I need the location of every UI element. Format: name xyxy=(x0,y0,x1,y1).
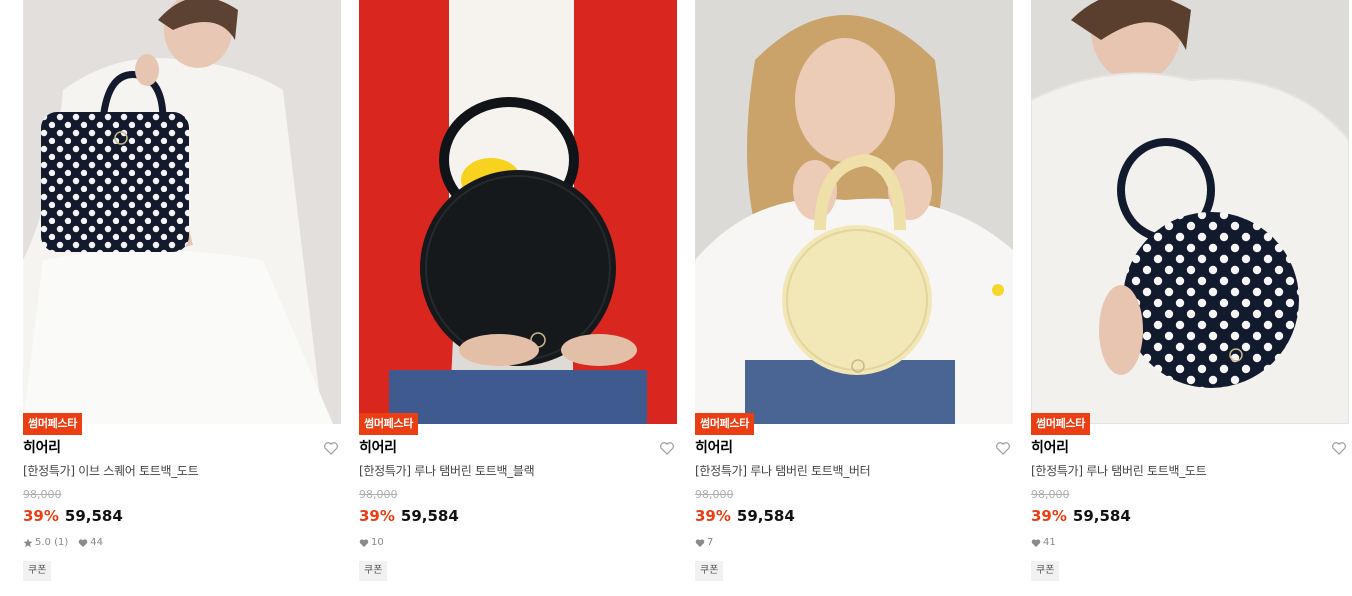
event-badge: 썸머페스타 xyxy=(695,413,755,435)
heart-filled-icon xyxy=(1031,538,1041,548)
likes-count: 10 xyxy=(371,537,384,548)
heart-filled-icon xyxy=(359,538,369,548)
rating: 5.0 (1) xyxy=(23,536,68,550)
product-image[interactable] xyxy=(359,0,677,424)
product-meta: 10 xyxy=(359,536,384,550)
product-image[interactable] xyxy=(1031,0,1349,424)
coupon-badge: 쿠폰 xyxy=(1031,561,1060,581)
likes: 7 xyxy=(695,536,713,550)
brand-name[interactable]: 히어리 xyxy=(1031,438,1069,458)
likes-count: 44 xyxy=(90,537,103,548)
price-line: 39% 59,584 xyxy=(1031,505,1131,527)
sale-price: 59,584 xyxy=(64,507,123,525)
product-image[interactable] xyxy=(23,0,341,424)
likes-count: 41 xyxy=(1043,537,1056,548)
original-price: 98,000 xyxy=(23,488,62,501)
event-badge: 썸머페스타 xyxy=(359,413,419,435)
product-card[interactable]: 썸머페스타 히어리 [한정특가] 루나 탬버린 토트백_버터 98,000 39… xyxy=(695,0,1013,596)
coupon-badge: 쿠폰 xyxy=(359,561,388,581)
discount-rate: 39% xyxy=(23,507,59,525)
discount-rate: 39% xyxy=(1031,507,1067,525)
heart-outline-icon[interactable] xyxy=(323,440,339,456)
heart-filled-icon xyxy=(78,538,88,548)
product-meta: 41 xyxy=(1031,536,1056,550)
product-title[interactable]: [한정특가] 루나 탬버린 토트백_버터 xyxy=(695,462,871,480)
heart-outline-icon[interactable] xyxy=(659,440,675,456)
product-meta: 7 xyxy=(695,536,713,550)
product-card[interactable]: 썸머페스타 히어리 [한정특가] 이브 스퀘어 토트백_도트 98,000 39… xyxy=(23,0,341,596)
review-count: (1) xyxy=(54,537,69,548)
sale-price: 59,584 xyxy=(736,507,795,525)
event-badge: 썸머페스타 xyxy=(23,413,83,435)
product-title[interactable]: [한정특가] 루나 탬버린 토트백_블랙 xyxy=(359,462,535,480)
likes-count: 7 xyxy=(707,537,714,548)
discount-rate: 39% xyxy=(695,507,731,525)
product-title[interactable]: [한정특가] 루나 탬버린 토트백_도트 xyxy=(1031,462,1207,480)
product-grid: 썸머페스타 히어리 [한정특가] 이브 스퀘어 토트백_도트 98,000 39… xyxy=(0,0,1352,596)
coupon-badge: 쿠폰 xyxy=(695,561,724,581)
rating-value: 5.0 xyxy=(35,537,51,548)
likes: 41 xyxy=(1031,536,1056,550)
product-image[interactable] xyxy=(695,0,1013,424)
heart-outline-icon[interactable] xyxy=(1331,440,1347,456)
product-title[interactable]: [한정특가] 이브 스퀘어 토트백_도트 xyxy=(23,462,199,480)
product-card[interactable]: 썸머페스타 히어리 [한정특가] 루나 탬버린 토트백_블랙 98,000 39… xyxy=(359,0,677,596)
product-meta: 5.0 (1) 44 xyxy=(23,536,103,550)
brand-name[interactable]: 히어리 xyxy=(695,438,733,458)
heart-filled-icon xyxy=(695,538,705,548)
sale-price: 59,584 xyxy=(1072,507,1131,525)
brand-name[interactable]: 히어리 xyxy=(23,438,61,458)
coupon-badge: 쿠폰 xyxy=(23,561,52,581)
discount-rate: 39% xyxy=(359,507,395,525)
likes: 44 xyxy=(78,536,103,550)
star-icon xyxy=(23,538,33,548)
product-card[interactable]: 썸머페스타 히어리 [한정특가] 루나 탬버린 토트백_도트 98,000 39… xyxy=(1031,0,1349,596)
likes: 10 xyxy=(359,536,384,550)
event-badge: 썸머페스타 xyxy=(1031,413,1091,435)
price-line: 39% 59,584 xyxy=(23,505,123,527)
original-price: 98,000 xyxy=(359,488,398,501)
heart-outline-icon[interactable] xyxy=(995,440,1011,456)
brand-name[interactable]: 히어리 xyxy=(359,438,397,458)
price-line: 39% 59,584 xyxy=(695,505,795,527)
original-price: 98,000 xyxy=(1031,488,1070,501)
price-line: 39% 59,584 xyxy=(359,505,459,527)
sale-price: 59,584 xyxy=(400,507,459,525)
original-price: 98,000 xyxy=(695,488,734,501)
